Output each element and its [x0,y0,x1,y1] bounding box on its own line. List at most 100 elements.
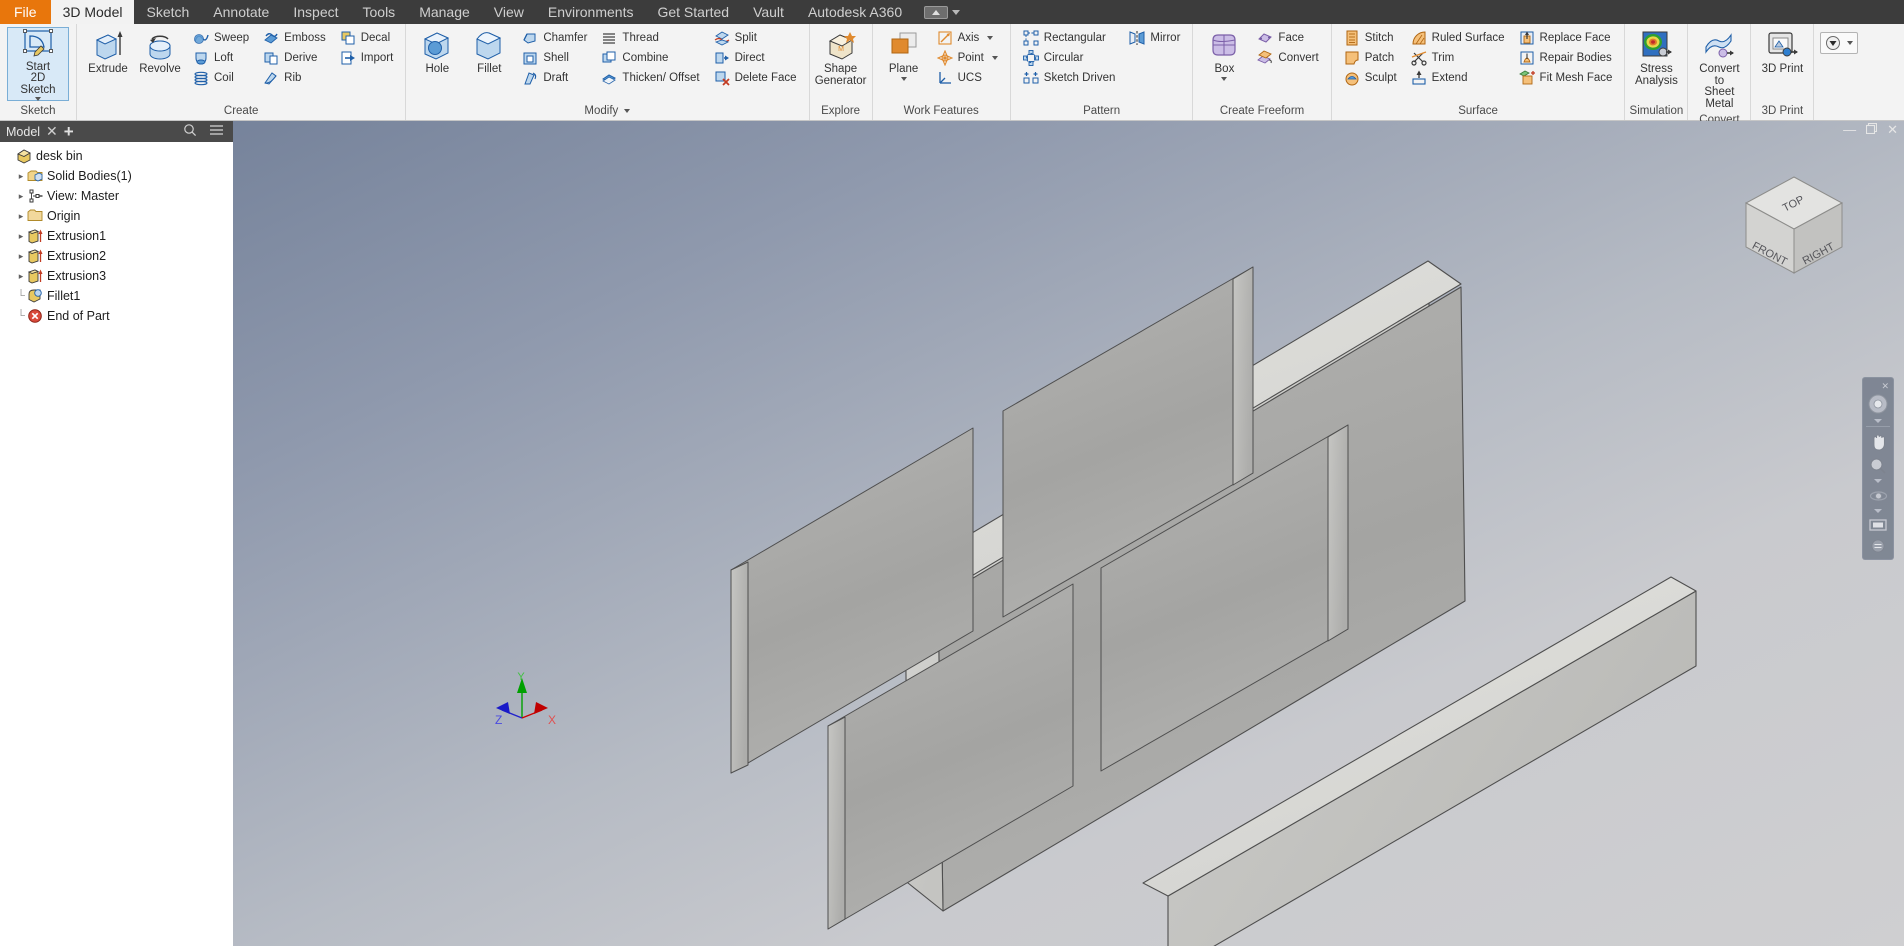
ribbon-button-delete-face[interactable]: Delete Face [710,68,801,88]
pan-hand-icon[interactable] [1869,429,1887,454]
chevron-down-icon[interactable] [987,36,994,40]
chevron-down-icon[interactable] [1221,76,1228,81]
ribbon-button-extrude[interactable]: Extrude [82,27,134,78]
ribbon-button-start-2d-sketch[interactable]: Start 2D Sketch [7,27,69,102]
ribbon-button-face[interactable]: Face [1253,28,1322,48]
navbar-menu-icon[interactable] [1871,536,1885,556]
ribbon-button-stitch[interactable]: Stitch [1340,28,1401,48]
window-minimize-button[interactable]: — [1843,123,1856,136]
window-close-button[interactable]: ✕ [1887,123,1898,136]
ribbon-button-direct[interactable]: Direct [710,48,801,68]
chevron-down-icon[interactable] [991,56,998,60]
menu-tab-manage[interactable]: Manage [407,0,482,24]
expand-chevron-icon[interactable]: ▸ [15,191,27,202]
close-icon[interactable]: ✕ [1881,382,1889,391]
ribbon-button-thread[interactable]: Thread [597,28,703,48]
menu-tab-view[interactable]: View [482,0,536,24]
ribbon-button-split[interactable]: Split [710,28,801,48]
ribbon-button-rib[interactable]: Rib [259,68,330,88]
expand-chevron-icon[interactable]: ▸ [15,271,27,282]
tree-item-fillet1[interactable]: └ Fillet1 [4,286,233,306]
chevron-down-icon[interactable] [1874,419,1882,423]
ribbon-button-import[interactable]: Import [336,48,398,68]
menu-tab-sketch[interactable]: Sketch [134,0,201,24]
chevron-down-icon[interactable] [1874,479,1882,483]
menu-tab-get-started[interactable]: Get Started [645,0,741,24]
expand-chevron-icon[interactable]: ▸ [15,171,27,182]
ribbon-button-sweep[interactable]: Sweep [189,28,253,48]
ribbon-button-combine[interactable]: Combine [597,48,703,68]
ribbon-button-mirror[interactable]: Mirror [1125,28,1184,48]
tree-item-extrusion1[interactable]: ▸ Extrusion1 [4,226,233,246]
expand-chevron-icon[interactable]: ▸ [15,211,27,222]
ribbon-button-point[interactable]: Point [933,48,1002,68]
ribbon-button-hole[interactable]: Hole [411,27,463,78]
ribbon-button-convert[interactable]: Convert [1253,48,1322,68]
tree-item-view-master[interactable]: ▸ View: Master [4,186,233,206]
ribbon-button-extend[interactable]: Extend [1407,68,1509,88]
tree-item-extrusion3[interactable]: ▸ Extrusion3 [4,266,233,286]
menu-tab-inspect[interactable]: Inspect [281,0,350,24]
menu-tab-vault[interactable]: Vault [741,0,796,24]
close-icon[interactable]: ✕ [46,123,58,140]
panel-label[interactable]: Modify [406,103,808,120]
ribbon-button-chamfer[interactable]: Chamfer [518,28,591,48]
ribbon-button-repair-bodies[interactable]: Repair Bodies [1515,48,1617,68]
tree-item-end-of-part[interactable]: └ End of Part [4,306,233,326]
plus-icon[interactable]: + [64,123,74,140]
menu-tab-environments[interactable]: Environments [536,0,646,24]
chevron-down-icon[interactable] [35,97,41,102]
ribbon-button-fit-mesh-face[interactable]: Fit Mesh Face [1515,68,1617,88]
chevron-down-icon[interactable] [1847,41,1854,45]
viewcube[interactable]: TOP FRONT RIGHT [1734,169,1854,286]
ribbon-button-replace-face[interactable]: Replace Face [1515,28,1617,48]
chevron-down-icon[interactable] [1874,509,1882,513]
ribbon-button-plane[interactable]: Plane [878,27,930,83]
menu-overflow-dropdown[interactable] [924,0,961,24]
3d-viewport[interactable]: — ✕ TOP FRONT RIGHT ✕ Y Z X [233,121,1904,946]
ribbon-button-shell[interactable]: Shell [518,48,591,68]
tree-item-desk-bin[interactable]: desk bin [4,146,233,166]
orbit-icon[interactable] [1869,484,1888,508]
menu-tab-3d-model[interactable]: 3D Model [50,0,135,24]
ribbon-button-trim[interactable]: Trim [1407,48,1509,68]
expand-chevron-icon[interactable]: ▸ [15,251,27,262]
ribbon-button-coil[interactable]: Coil [189,68,253,88]
zoom-magnifier-icon[interactable] [1869,454,1887,478]
menu-file-button[interactable]: File [0,0,51,24]
tree-item-solid-bodies-1-[interactable]: ▸ Solid Bodies(1) [4,166,233,186]
ribbon-button-sketch-driven[interactable]: Sketch Driven [1019,68,1120,88]
ribbon-button-sculpt[interactable]: Sculpt [1340,68,1401,88]
chevron-down-icon[interactable] [624,108,631,113]
look-at-icon[interactable] [1868,514,1888,536]
search-icon[interactable] [183,123,197,140]
ribbon-button-decal[interactable]: Decal [336,28,398,48]
steering-wheel-icon[interactable] [1867,390,1889,418]
ribbon-button-convert-to-sheet-metal[interactable]: Convert to Sheet Metal [1693,27,1745,112]
ribbon-button-rectangular[interactable]: Rectangular [1019,28,1120,48]
ribbon-button-thicken-offset[interactable]: Thicken/ Offset [597,68,703,88]
menu-tab-tools[interactable]: Tools [351,0,408,24]
ribbon-button-draft[interactable]: Draft [518,68,591,88]
ribbon-button-patch[interactable]: Patch [1340,48,1401,68]
navigation-bar[interactable]: ✕ [1862,377,1894,560]
hamburger-menu-icon[interactable] [209,124,224,139]
ribbon-button-ucs[interactable]: UCS [933,68,1002,88]
ribbon-button-loft[interactable]: Loft [189,48,253,68]
tree-item-extrusion2[interactable]: ▸ Extrusion2 [4,246,233,266]
ribbon-button-stress-analysis[interactable]: Stress Analysis [1630,27,1682,89]
ribbon-button-ruled-surface[interactable]: Ruled Surface [1407,28,1509,48]
appearance-dropdown-button[interactable] [1820,32,1859,54]
ribbon-button-box[interactable]: Box [1198,27,1250,83]
tree-item-origin[interactable]: ▸ Origin [4,206,233,226]
menu-tab-autodesk-a360[interactable]: Autodesk A360 [796,0,914,24]
ribbon-button-revolve[interactable]: Revolve [134,27,186,78]
ribbon-button-derive[interactable]: Derive [259,48,330,68]
ribbon-button-fillet[interactable]: Fillet [463,27,515,78]
expand-chevron-icon[interactable]: ▸ [15,231,27,242]
ribbon-button-emboss[interactable]: Emboss [259,28,330,48]
ribbon-button-shape-generator[interactable]: M Shape Generator [815,27,867,89]
menu-tab-annotate[interactable]: Annotate [201,0,281,24]
ribbon-appearance-dropdown[interactable] [1814,24,1864,120]
chevron-down-icon[interactable] [900,76,907,81]
